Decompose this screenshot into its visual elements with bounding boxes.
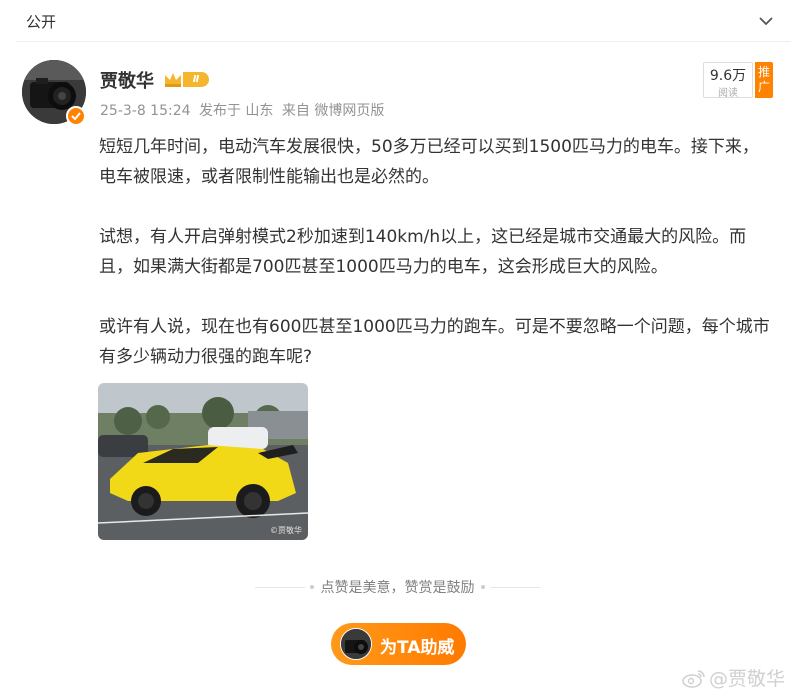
post-paragraph: 或许有人说，现在也有600匹甚至1000匹马力的跑车。可是不要忽略一个问题，每个… xyxy=(99,317,770,367)
reward-button[interactable]: 为TA助威 xyxy=(331,623,466,665)
post-paragraph: 短短几年时间，电动汽车发展很快，50多万已经可以买到1500匹马力的电车。接下来… xyxy=(99,137,759,187)
post-location: 发布于 山东 xyxy=(198,103,274,119)
reward-avatar xyxy=(340,628,372,660)
post-time[interactable]: 25-3-8 15:24 xyxy=(100,103,191,119)
reward-button-label: 为TA助威 xyxy=(380,638,455,658)
post-image[interactable]: ©贾敬华 xyxy=(98,383,308,540)
weibo-logo-icon xyxy=(682,670,705,688)
level-badge: Ⅱ xyxy=(183,72,209,87)
author-name[interactable]: 贾敬华 xyxy=(100,67,154,93)
post-meta: 25-3-8 15:24 发布于 山东 来自 微博网页版 xyxy=(100,100,388,120)
post-source: 来自 微博网页版 xyxy=(281,103,385,119)
post-body: 短短几年时间，电动汽车发展很快，50多万已经可以买到1500匹马力的电车。接下来… xyxy=(99,132,775,402)
watermark-text: @贾敬华 xyxy=(708,668,785,690)
divider-line xyxy=(490,587,540,588)
read-count-value: 9.6万 xyxy=(709,68,747,84)
chevron-down-icon[interactable] xyxy=(757,12,775,30)
post-paragraph: 试想，有人开启弹射模式2秒加速到140km/h以上，这已经是城市交通最大的风险。… xyxy=(99,227,747,277)
verified-badge-icon xyxy=(66,106,86,126)
weibo-watermark: @贾敬华 xyxy=(682,664,785,691)
visibility-label: 公开 xyxy=(26,13,57,31)
read-count-box: 9.6万 阅读 xyxy=(703,62,753,99)
image-watermark: ©贾敬华 xyxy=(270,526,302,535)
crown-icon xyxy=(165,73,181,87)
read-count-label: 阅读 xyxy=(718,88,738,99)
reward-slogan: 点赞是美意，赞赏是鼓励 xyxy=(255,577,540,597)
divider-dot xyxy=(481,585,485,589)
promote-button[interactable]: 推广 xyxy=(755,62,773,98)
post-header-bar: 公开 xyxy=(16,0,791,42)
